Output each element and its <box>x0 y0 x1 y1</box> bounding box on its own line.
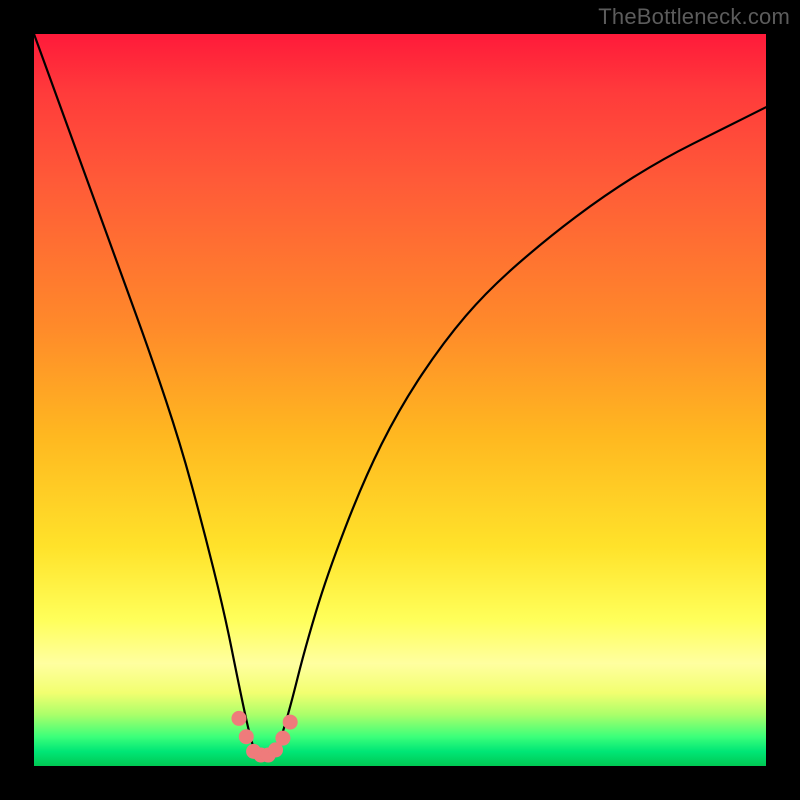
chart-frame: TheBottleneck.com <box>0 0 800 800</box>
highlight-dot <box>239 729 254 744</box>
bottleneck-curve <box>34 34 766 759</box>
plot-area <box>34 34 766 766</box>
chart-svg <box>34 34 766 766</box>
watermark-text: TheBottleneck.com <box>598 4 790 30</box>
highlight-dot <box>231 711 246 726</box>
highlight-dot <box>275 731 290 746</box>
highlight-dots-group <box>231 711 297 763</box>
highlight-dot <box>283 715 298 730</box>
